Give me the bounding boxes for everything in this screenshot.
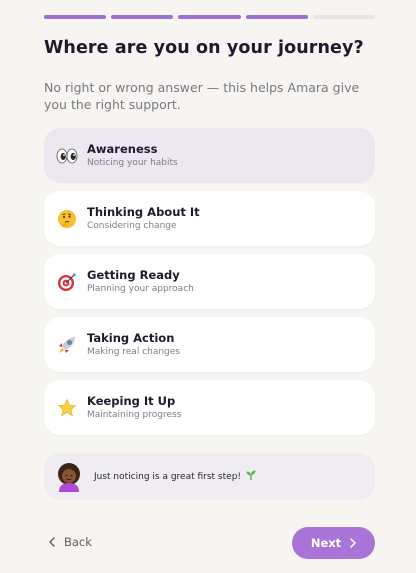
progress-segment: [312, 15, 376, 19]
progress-segment: [245, 15, 308, 19]
stage-options: Awareness Noticing your habits Thinking …: [44, 128, 375, 435]
option-subtitle: Maintaining progress: [87, 409, 182, 420]
back-button[interactable]: Back: [48, 535, 92, 549]
chevron-left-icon: [48, 537, 56, 547]
option-subtitle: Noticing your habits: [87, 157, 178, 168]
tip-text: Just noticing is a great first step!: [94, 471, 242, 482]
star-icon: [56, 397, 78, 419]
onboarding-screen: Where are you on your journey? No right …: [0, 0, 416, 573]
progress-segment: [44, 15, 107, 19]
option-keeping-it-up[interactable]: Keeping It Up Maintaining progress: [44, 380, 375, 435]
option-title: Getting Ready: [87, 267, 180, 282]
option-title: Keeping It Up: [87, 393, 176, 408]
option-title: Thinking About It: [87, 204, 200, 219]
next-label: Next: [310, 536, 342, 550]
option-taking-action[interactable]: Taking Action Making real changes: [44, 317, 375, 372]
option-title: Awareness: [87, 141, 158, 156]
option-subtitle: Planning your approach: [87, 283, 194, 294]
rocket-icon: [56, 334, 78, 356]
progress-segment: [178, 15, 241, 19]
encouragement-tip: Just noticing is a great first step!: [44, 453, 375, 500]
seedling-icon: [245, 469, 257, 484]
option-getting-ready[interactable]: Getting Ready Planning your approach: [44, 254, 375, 309]
progress-segment: [111, 15, 174, 19]
page-subtitle: No right or wrong answer — this helps Am…: [44, 80, 360, 112]
option-subtitle: Making real changes: [87, 346, 180, 357]
option-title: Taking Action: [87, 330, 175, 345]
thinking-face-icon: [56, 208, 78, 230]
eyes-icon: [56, 145, 78, 167]
tip-content: Just noticing is a great first step!: [94, 469, 257, 484]
page-title: Where are you on your journey?: [44, 38, 364, 58]
chevron-right-icon: [349, 538, 356, 548]
amara-avatar: [54, 462, 84, 492]
option-awareness[interactable]: Awareness Noticing your habits: [44, 128, 375, 183]
target-icon: [56, 271, 78, 293]
option-subtitle: Considering change: [87, 220, 177, 231]
option-thinking-about-it[interactable]: Thinking About It Considering change: [44, 191, 375, 246]
back-label: Back: [64, 535, 92, 549]
next-button[interactable]: Next: [292, 527, 375, 559]
progress-bar: [44, 15, 376, 19]
